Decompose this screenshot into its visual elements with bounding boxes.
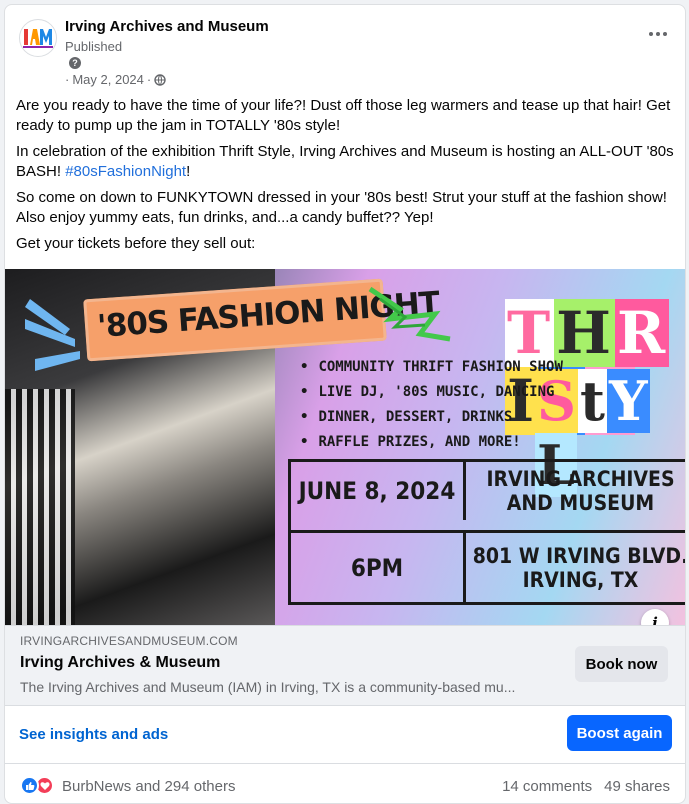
feature-item: RAFFLE PRIZES, AND MORE! [300,430,563,455]
meta-dot: · [146,72,152,87]
link-description: The Irving Archives and Museum (IAM) in … [20,679,516,695]
decorative-rays [25,299,80,371]
event-venue: IRVING ARCHIVES AND MUSEUM [466,462,685,520]
event-time: 6PM [291,533,466,602]
thrift-letter: R [614,299,670,367]
thrift-letter: H [554,299,615,367]
style-letter: Y [606,369,650,433]
feature-item: COMMUNITY THRIFT FASHION SHOW [300,355,562,380]
venue-line: IRVING ARCHIVES [486,467,675,491]
post-meta: · May 2, 2024 · [65,72,166,87]
event-details-table: JUNE 8, 2024 IRVING ARCHIVES AND MUSEUM 6… [288,459,686,605]
globe-icon[interactable] [154,73,166,86]
comments-count[interactable]: 14 comments [502,778,592,795]
zigzag-decoration [368,286,451,342]
iam-logo-icon [23,29,53,48]
meta-dot: · [65,72,70,87]
question-icon[interactable]: ? [69,57,81,69]
page-name[interactable]: Irving Archives and Museum [65,18,269,35]
engagement-stats: 14 comments 49 shares [502,778,670,795]
feature-item: DINNER, DESSERT, DRINKS [300,405,563,430]
address-line: IRVING, TX [522,567,639,592]
paragraph-end: ! [186,163,191,180]
post-paragraph: Are you ready to have the time of your l… [16,97,671,134]
post-card: Irving Archives and Museum Published ? ·… [4,4,686,804]
details-row: JUNE 8, 2024 IRVING ARCHIVES AND MUSEUM [291,462,685,520]
reaction-icons[interactable] [20,776,54,795]
event-features-list: COMMUNITY THRIFT FASHION SHOW LIVE DJ, '… [300,355,563,455]
post-header: Irving Archives and Museum Published ? ·… [5,5,685,99]
style-letter: t [578,369,607,433]
details-row: 6PM 801 W IRVING BLVD. IRVING, TX [291,530,686,602]
reactions-bar: BurbNews and 294 others 14 comments 49 s… [5,763,685,803]
feature-item: LIVE DJ, '80S MUSIC, DANCING [300,380,563,405]
shares-count[interactable]: 49 shares [604,778,670,795]
event-address: 801 W IRVING BLVD. IRVING, TX [466,533,686,602]
more-options-icon[interactable] [647,27,669,41]
reactions-summary[interactable]: BurbNews and 294 others [62,778,235,795]
address-line: 801 W IRVING BLVD. [472,543,686,568]
publish-status: Published [65,39,123,54]
post-paragraph: Get your tickets before they sell out: [16,235,256,252]
link-preview[interactable]: IRVINGARCHIVESANDMUSEUM.COM Irving Archi… [5,625,685,705]
event-banner-image[interactable]: '80S FASHION NIGHT THRIFT StYL COMMUNITY… [5,269,686,625]
link-domain: IRVINGARCHIVESANDMUSEUM.COM [20,634,238,648]
hashtag-link[interactable]: #80sFashionNight [65,163,186,180]
post-text: Are you ready to have the time of your l… [16,96,680,260]
event-date: JUNE 8, 2024 [291,462,466,520]
insights-bar: See insights and ads Boost again [5,705,685,763]
see-insights-link[interactable]: See insights and ads [19,726,168,743]
post-date[interactable]: May 2, 2024 [72,72,144,87]
venue-line: AND MUSEUM [506,491,655,515]
like-icon [20,776,39,795]
page-avatar[interactable] [19,19,57,57]
boost-again-button[interactable]: Boost again [567,715,672,751]
post-paragraph: In celebration of the exhibition Thrift … [16,142,680,182]
book-now-button[interactable]: Book now [575,646,668,682]
link-title[interactable]: Irving Archives & Museum [20,654,220,672]
post-paragraph: So come on down to FUNKYTOWN dressed in … [16,189,667,226]
